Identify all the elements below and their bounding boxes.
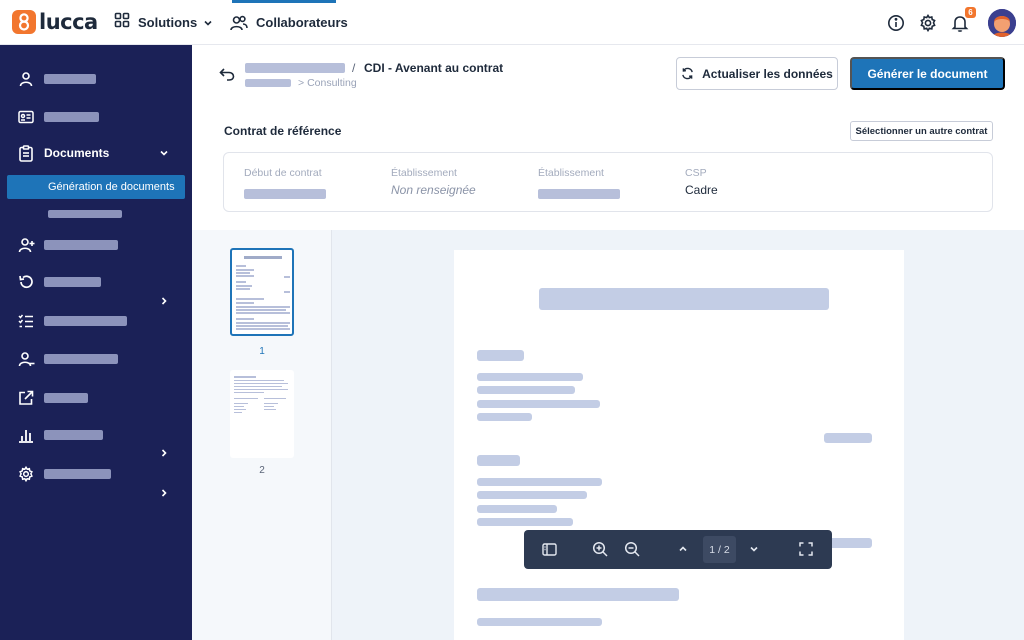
bar-chart-icon bbox=[17, 426, 35, 444]
sidebar-item-placeholder bbox=[44, 74, 96, 84]
user-avatar[interactable] bbox=[988, 8, 1016, 37]
sidebar-item-history[interactable] bbox=[0, 267, 192, 297]
sidebar-item-add-user[interactable] bbox=[0, 230, 192, 260]
page-thumbnail-1[interactable] bbox=[230, 248, 294, 336]
id-card-icon bbox=[17, 108, 35, 126]
sidebar-item-documents[interactable]: Documents bbox=[0, 138, 192, 168]
back-arrow-icon[interactable] bbox=[218, 65, 236, 83]
sidebar-subitem-generation-documents[interactable]: Génération de documents bbox=[7, 175, 185, 199]
refresh-icon bbox=[681, 67, 694, 80]
document-page bbox=[454, 250, 904, 640]
page-thumbnail-number: 2 bbox=[259, 465, 265, 476]
sidebar-item-remove-user[interactable] bbox=[0, 344, 192, 374]
reference-contract-card: Début de contrat Établissement Non rense… bbox=[223, 152, 993, 212]
breadcrumb-separator: / bbox=[352, 61, 356, 75]
toggle-sidebar-icon[interactable] bbox=[540, 540, 558, 558]
sidebar-item-settings[interactable] bbox=[0, 459, 192, 489]
top-bar: lucca Solutions Collaborateurs 6 bbox=[0, 0, 1024, 45]
lucca-logo-icon bbox=[12, 10, 36, 34]
chevron-down-icon bbox=[158, 147, 170, 159]
ref-field-establishment-2: Établissement bbox=[538, 167, 620, 199]
collaborateurs-menu[interactable]: Collaborateurs bbox=[230, 0, 348, 45]
sidebar-item-placeholder bbox=[44, 430, 103, 440]
viewer-toolbar: 1 / 2 bbox=[524, 530, 832, 569]
ref-field-value: Cadre bbox=[685, 183, 718, 197]
user-icon bbox=[17, 70, 35, 88]
page-indicator[interactable]: 1 / 2 bbox=[703, 536, 736, 563]
reference-contract-title: Contrat de référence bbox=[224, 124, 342, 138]
external-link-icon bbox=[17, 389, 35, 407]
chevron-down-icon bbox=[203, 18, 213, 28]
page-thumbnail-number: 1 bbox=[259, 346, 265, 357]
sidebar-item-placeholder bbox=[44, 277, 101, 287]
checklist-icon bbox=[17, 312, 35, 330]
fullscreen-icon[interactable] bbox=[797, 540, 815, 558]
ref-field-csp: CSP Cadre bbox=[685, 167, 718, 197]
chevron-up-icon[interactable] bbox=[674, 540, 692, 558]
refresh-data-label: Actualiser les données bbox=[702, 66, 833, 81]
chevron-right-icon[interactable] bbox=[158, 447, 170, 459]
top-right-actions: 6 bbox=[886, 0, 1016, 45]
zoom-out-icon[interactable] bbox=[623, 540, 641, 558]
sidebar: Documents Génération de documents bbox=[0, 45, 192, 640]
notification-badge: 6 bbox=[965, 6, 976, 18]
generate-document-button[interactable]: Générer le document bbox=[850, 57, 1005, 90]
sidebar-item-placeholder bbox=[44, 354, 118, 364]
solutions-menu[interactable]: Solutions bbox=[114, 0, 213, 45]
sidebar-item-profile[interactable] bbox=[0, 64, 192, 94]
sidebar-item-placeholder bbox=[44, 112, 99, 122]
logo-text: lucca bbox=[39, 10, 98, 34]
page-title: CDI - Avenant au contrat bbox=[364, 61, 504, 75]
main-content: / CDI - Avenant au contrat > Consulting … bbox=[192, 45, 1024, 640]
zoom-in-icon[interactable] bbox=[591, 540, 609, 558]
ref-field-value: Non renseignée bbox=[391, 183, 476, 197]
document-viewer: 1 2 1 / 2 bbox=[192, 230, 1024, 640]
sidebar-item-checklist[interactable] bbox=[0, 306, 192, 336]
solutions-label: Solutions bbox=[138, 15, 198, 30]
ref-field-label: Établissement bbox=[391, 167, 457, 179]
refresh-data-button[interactable]: Actualiser les données bbox=[676, 57, 838, 90]
page-thumbnails: 1 2 bbox=[192, 230, 332, 640]
page-thumbnail-2[interactable] bbox=[230, 370, 294, 458]
user-minus-icon bbox=[17, 350, 35, 368]
clipboard-icon bbox=[17, 144, 35, 162]
breadcrumb-employee-placeholder[interactable] bbox=[245, 63, 345, 73]
ref-field-label: Début de contrat bbox=[244, 167, 322, 179]
sidebar-item-card[interactable] bbox=[0, 102, 192, 132]
breadcrumb-company-placeholder bbox=[245, 79, 291, 87]
gear-icon[interactable] bbox=[918, 13, 938, 33]
notification-bell-icon[interactable]: 6 bbox=[950, 6, 976, 33]
ref-field-value-placeholder bbox=[244, 189, 326, 199]
grid-icon bbox=[114, 12, 130, 33]
ref-field-value-placeholder bbox=[538, 189, 620, 199]
sidebar-documents-label: Documents bbox=[44, 146, 110, 160]
ref-field-label: Établissement bbox=[538, 167, 604, 179]
breadcrumb-subpath: > Consulting bbox=[298, 77, 357, 89]
sidebar-item-placeholder bbox=[44, 469, 111, 479]
sidebar-item-external[interactable] bbox=[0, 383, 192, 413]
help-icon[interactable] bbox=[886, 13, 906, 33]
sidebar-subitem-placeholder[interactable] bbox=[48, 210, 122, 218]
select-other-contract-button[interactable]: Sélectionner un autre contrat bbox=[850, 121, 993, 141]
sidebar-item-placeholder bbox=[44, 316, 127, 326]
ref-field-establishment: Établissement Non renseignée bbox=[391, 167, 476, 197]
sidebar-item-stats[interactable] bbox=[0, 420, 192, 450]
gear-icon bbox=[17, 465, 35, 483]
ref-field-start-date: Début de contrat bbox=[244, 167, 326, 199]
user-plus-icon bbox=[17, 236, 35, 254]
rotate-icon bbox=[17, 273, 35, 291]
users-icon bbox=[230, 15, 248, 31]
sidebar-item-placeholder bbox=[44, 393, 88, 403]
ref-field-label: CSP bbox=[685, 167, 707, 179]
lucca-logo[interactable]: lucca bbox=[12, 10, 98, 34]
chevron-right-icon[interactable] bbox=[158, 487, 170, 499]
sidebar-item-placeholder bbox=[44, 240, 118, 250]
sidebar-subitem-label: Génération de documents bbox=[48, 181, 175, 193]
chevron-down-icon[interactable] bbox=[745, 540, 763, 558]
collaborateurs-label: Collaborateurs bbox=[256, 15, 348, 30]
